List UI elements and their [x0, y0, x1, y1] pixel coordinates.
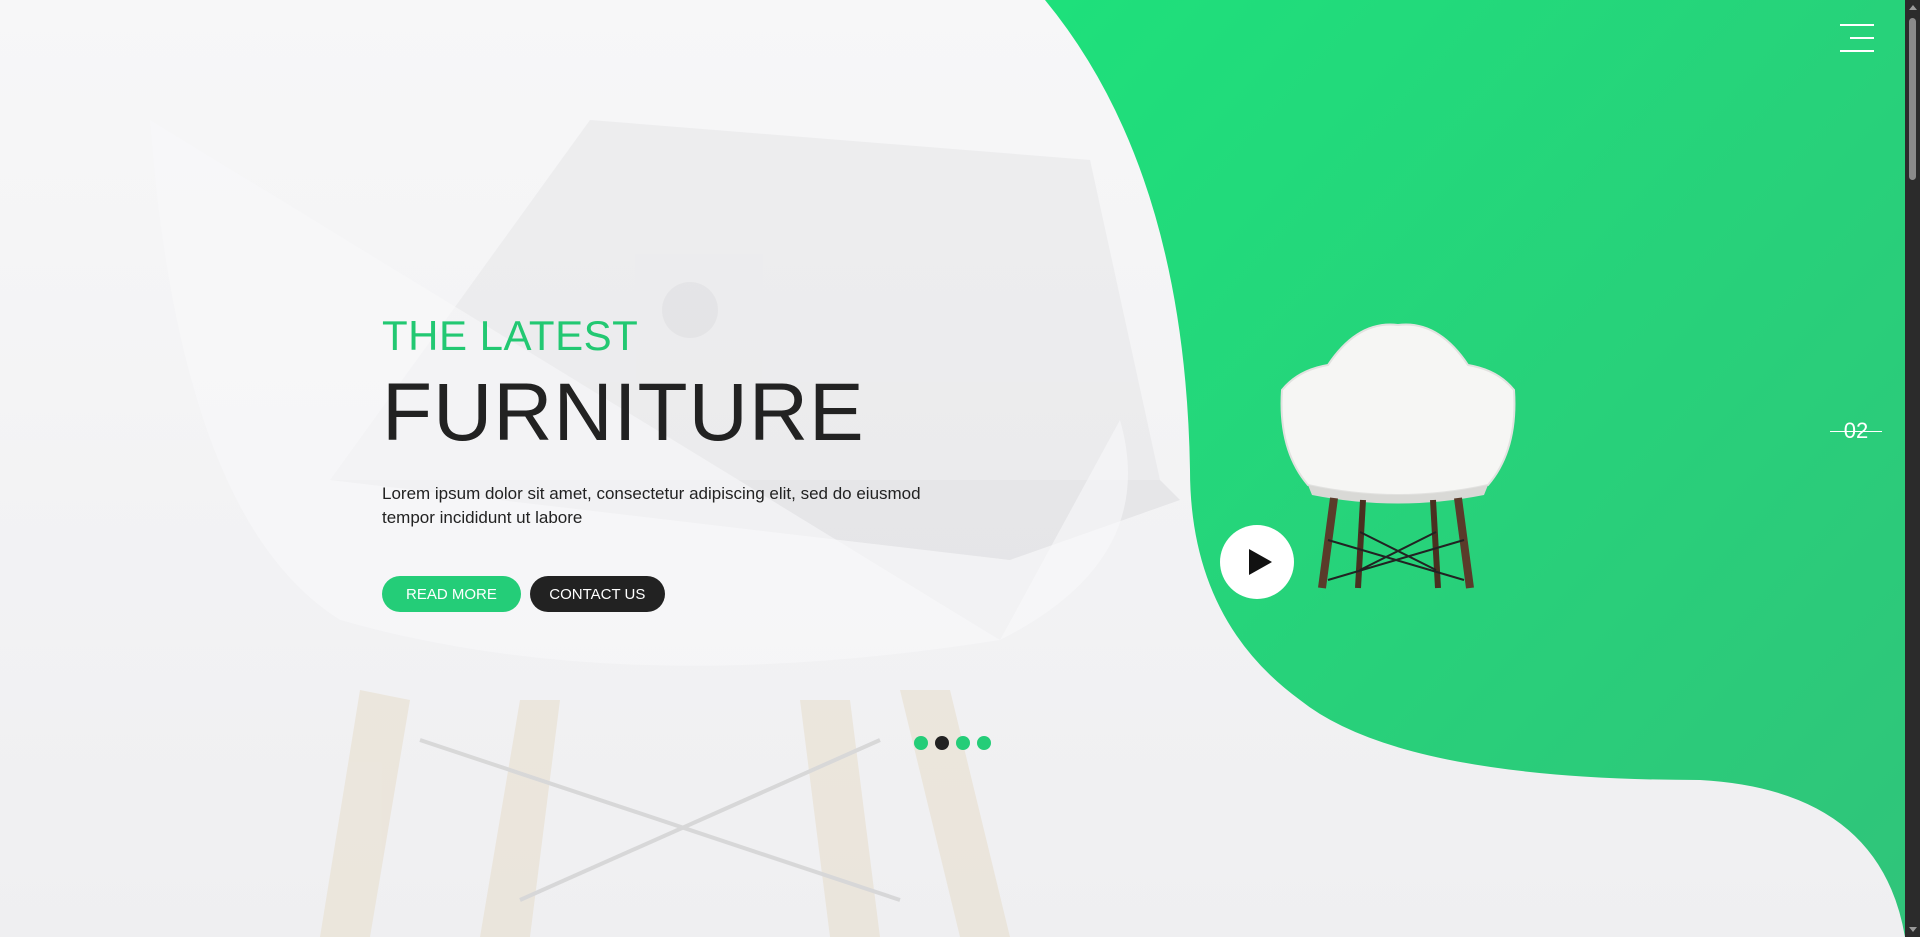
hero-title: FURNITURE: [382, 367, 865, 458]
slider-dot-2[interactable]: [935, 736, 949, 750]
read-more-button[interactable]: READ MORE: [382, 576, 521, 612]
scroll-down-arrow-icon[interactable]: [1909, 927, 1917, 932]
slider-dot-3[interactable]: [956, 736, 970, 750]
play-video-button[interactable]: [1220, 525, 1294, 599]
play-icon: [1249, 549, 1272, 575]
page-scrollbar[interactable]: [1905, 0, 1920, 937]
slide-number: 02: [1830, 418, 1882, 444]
hero-subtitle: THE LATEST: [382, 312, 639, 359]
scroll-up-arrow-icon[interactable]: [1909, 5, 1917, 10]
slider-dot-4[interactable]: [977, 736, 991, 750]
hero-buttons: READ MORE CONTACT US: [382, 576, 942, 612]
slider-dots: [914, 736, 991, 750]
hero-content: THE LATEST FURNITURE Lorem ipsum dolor s…: [382, 312, 942, 612]
scrollbar-thumb[interactable]: [1909, 18, 1916, 180]
hero-background: [0, 0, 1920, 937]
chair-product-image: [1280, 323, 1516, 589]
hero-description: Lorem ipsum dolor sit amet, consectetur …: [382, 484, 921, 527]
hamburger-menu-icon[interactable]: [1840, 24, 1874, 54]
slider-dot-1[interactable]: [914, 736, 928, 750]
contact-us-button[interactable]: CONTACT US: [529, 576, 665, 612]
